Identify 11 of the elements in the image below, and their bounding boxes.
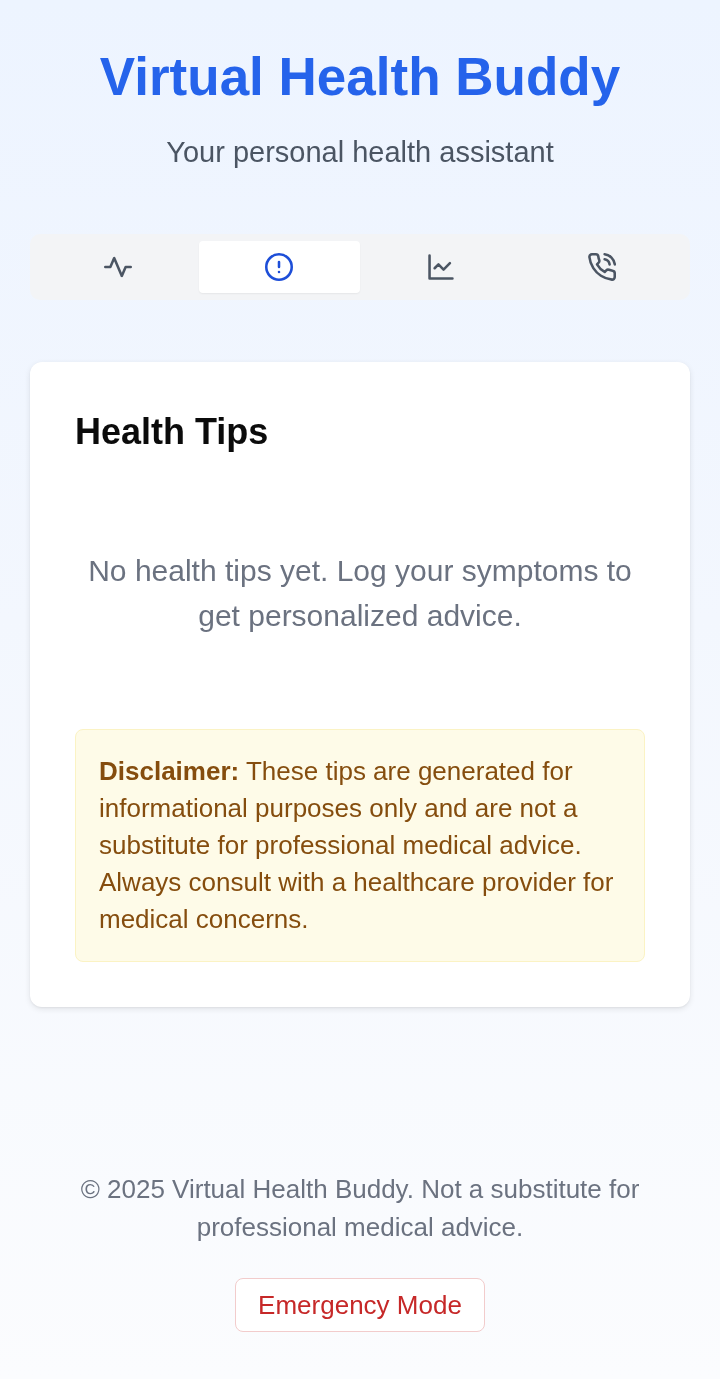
app-title: Virtual Health Buddy	[99, 47, 621, 107]
alerts-tab[interactable]	[198, 241, 360, 293]
footer-text: © 2025 Virtual Health Buddy. Not a substitute for professional medical advice.	[79, 1173, 641, 1244]
exclamation-circle-icon	[265, 253, 294, 281]
card-title: Health Tips	[75, 412, 270, 452]
emergency-mode-button[interactable]: Emergency Mode	[235, 1278, 485, 1332]
empty-message: No health tips yet. Log your symptoms to get personalized advice.	[87, 553, 633, 634]
line-chart-icon	[426, 253, 455, 281]
phone-call-icon	[588, 253, 617, 281]
app-subtitle: Your personal health assistant	[166, 135, 554, 169]
disclaimer-text: Disclaimer: These tips are generated for informational purposes only and are not a substitute for professional medical advice. Always consult with a healthcare provider for medical concerns.	[99, 755, 615, 936]
